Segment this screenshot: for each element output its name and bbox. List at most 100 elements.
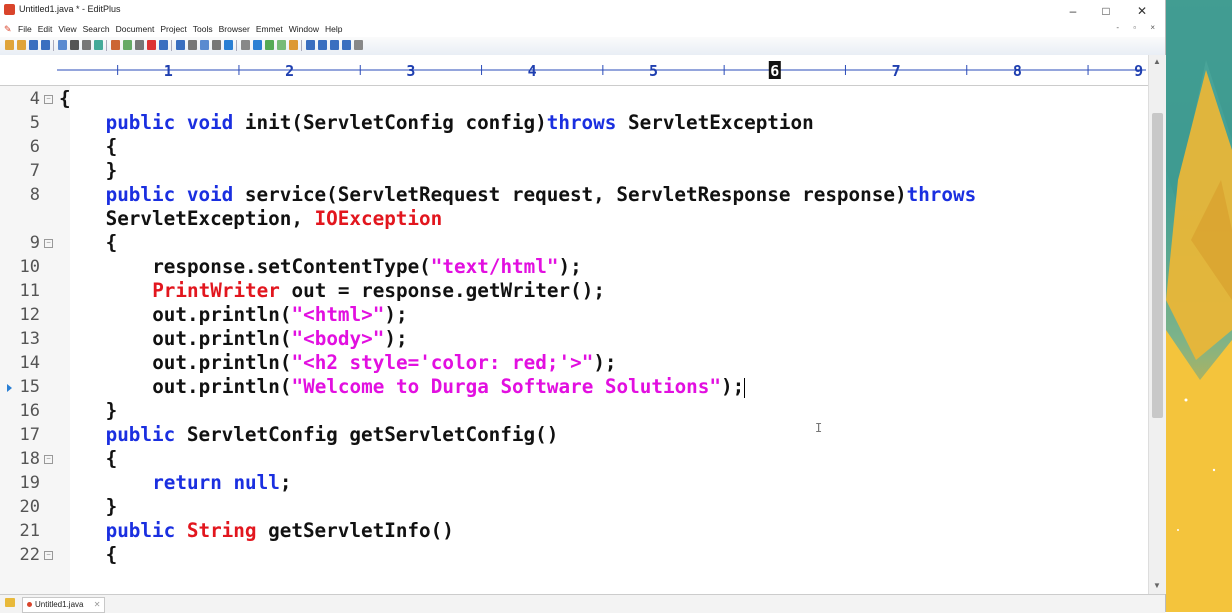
code-line[interactable]: 20} [0, 495, 1148, 519]
code-line[interactable]: 9− { [0, 231, 1148, 255]
toolbar-button-icon[interactable] [241, 40, 250, 50]
fold-toggle-icon[interactable]: − [44, 455, 53, 464]
toolbar-separator [53, 40, 54, 51]
line-number: 6 [29, 137, 40, 157]
code-token: out.println( [152, 303, 292, 326]
toolbar-button-icon[interactable] [188, 40, 197, 50]
code-token: { [105, 231, 118, 254]
toolbar-button-icon[interactable] [342, 40, 351, 50]
minimize-button[interactable]: – [1058, 2, 1088, 20]
code-line[interactable]: 12 out.println("<html>"); [0, 303, 1148, 327]
line-number: 22 [19, 545, 40, 565]
vertical-scrollbar[interactable]: ▲ ▼ [1148, 55, 1166, 594]
toolbar [0, 37, 1165, 56]
fold-toggle-icon[interactable]: − [44, 239, 53, 248]
menu-help[interactable]: Help [325, 24, 342, 34]
menu-file[interactable]: File [18, 24, 32, 34]
toolbar-button-icon[interactable] [135, 40, 144, 50]
toolbar-button-icon[interactable] [58, 40, 67, 50]
code-line[interactable]: 18− { [0, 447, 1148, 471]
line-number: 7 [29, 161, 40, 181]
ruler-mark-7: 7 [892, 62, 901, 80]
menu-tools[interactable]: Tools [193, 24, 213, 34]
menu-edit[interactable]: Edit [38, 24, 53, 34]
menu-project[interactable]: Project [160, 24, 186, 34]
scroll-up-icon[interactable]: ▲ [1153, 57, 1161, 66]
code-token: throws [906, 183, 977, 206]
code-token: ); [384, 327, 408, 350]
tab-untitled1-java[interactable]: Untitled1.java ✕ [22, 597, 106, 613]
toolbar-button-icon[interactable] [5, 40, 14, 50]
fold-toggle-icon[interactable]: − [44, 95, 53, 104]
toolbar-button-icon[interactable] [212, 40, 221, 50]
menu-bar: ✎ File Edit View Search Document Project Tools… [0, 22, 1165, 37]
code-line[interactable]: 17 public ServletConfig getServletConfig(… [0, 423, 1148, 447]
code-line[interactable]: 16} [0, 399, 1148, 423]
code-token: { [105, 543, 118, 566]
menu-view[interactable]: View [58, 24, 76, 34]
toolbar-button-icon[interactable] [354, 40, 363, 50]
fold-toggle-icon[interactable]: − [44, 551, 53, 560]
toolbar-button-icon[interactable] [159, 40, 168, 50]
code-token: ); [721, 375, 745, 398]
code-line[interactable]: 4−{ [0, 87, 1148, 111]
toolbar-button-icon[interactable] [29, 40, 38, 50]
folder-icon[interactable] [5, 598, 15, 607]
code-line[interactable]: 19 return null; [0, 471, 1148, 495]
code-line[interactable]: 15 out.println("Welcome to Durga Software… [0, 375, 1148, 399]
toolbar-button-icon[interactable] [82, 40, 91, 50]
close-button[interactable]: ✕ [1127, 2, 1157, 20]
code-token: ServletException [628, 111, 814, 134]
code-line[interactable]: 11 PrintWriter out = response.getWriter()… [0, 279, 1148, 303]
code-line[interactable]: 7} [0, 159, 1148, 183]
code-line[interactable]: 21 public String getServletInfo() [0, 519, 1148, 543]
menu-document[interactable]: Document [116, 24, 155, 34]
code-line[interactable]: 8 public void service(ServletRequest requ… [0, 183, 1148, 207]
tab-close-icon[interactable]: ✕ [94, 600, 101, 609]
toolbar-button-icon[interactable] [147, 40, 156, 50]
toolbar-button-icon[interactable] [330, 40, 339, 50]
code-line[interactable]: 6{ [0, 135, 1148, 159]
code-line[interactable]: 14 out.println("<h2 style='color: red;'>"… [0, 351, 1148, 375]
toolbar-button-icon[interactable] [41, 40, 50, 50]
code-line[interactable]: 22− { [0, 543, 1148, 567]
scrollbar-thumb[interactable] [1152, 113, 1163, 418]
toolbar-button-icon[interactable] [306, 40, 315, 50]
line-number: 19 [19, 473, 40, 493]
toolbar-button-icon[interactable] [265, 40, 274, 50]
code-line[interactable]: 5 public void init(ServletConfig config)t… [0, 111, 1148, 135]
ruler-mark-1: 1 [164, 62, 173, 80]
toolbar-button-icon[interactable] [224, 40, 233, 50]
toolbar-button-icon[interactable] [111, 40, 120, 50]
toolbar-button-icon[interactable] [123, 40, 132, 50]
toolbar-button-icon[interactable] [289, 40, 298, 50]
maximize-button[interactable]: □ [1091, 2, 1121, 20]
toolbar-button-icon[interactable] [200, 40, 209, 50]
toolbar-button-icon[interactable] [176, 40, 185, 50]
scroll-down-icon[interactable]: ▼ [1153, 581, 1161, 590]
code-editor[interactable]: I 4−{5 public void init(ServletConfig con… [0, 86, 1148, 594]
menu-emmet[interactable]: Emmet [256, 24, 283, 34]
code-token: out.println( [152, 375, 292, 398]
toolbar-button-icon[interactable] [70, 40, 79, 50]
toolbar-button-icon[interactable] [318, 40, 327, 50]
code-line[interactable]: 10 response.setContentType("text/html"); [0, 255, 1148, 279]
menu-search[interactable]: Search [83, 24, 110, 34]
toolbar-button-icon[interactable] [253, 40, 262, 50]
text-caret [744, 377, 746, 398]
code-token: public void [105, 183, 245, 206]
tab-label: Untitled1.java [35, 600, 84, 609]
menu-window[interactable]: Window [289, 24, 319, 34]
code-token: { [105, 447, 118, 470]
menu-browser[interactable]: Browser [219, 24, 250, 34]
document-tab-bar: Untitled1.java ✕ [0, 594, 1165, 613]
code-line[interactable]: 13 out.println("<body>"); [0, 327, 1148, 351]
mdi-window-controls[interactable]: - ▫ × [1116, 23, 1161, 32]
toolbar-button-icon[interactable] [17, 40, 26, 50]
toolbar-button-icon[interactable] [277, 40, 286, 50]
toolbar-button-icon[interactable] [94, 40, 103, 50]
code-line[interactable]: ServletException, IOException [0, 207, 1148, 231]
code-text: out.println("<h2 style='color: red;'>"); [152, 351, 616, 375]
line-number: 12 [19, 305, 40, 325]
ruler-mark-3: 3 [406, 62, 415, 80]
